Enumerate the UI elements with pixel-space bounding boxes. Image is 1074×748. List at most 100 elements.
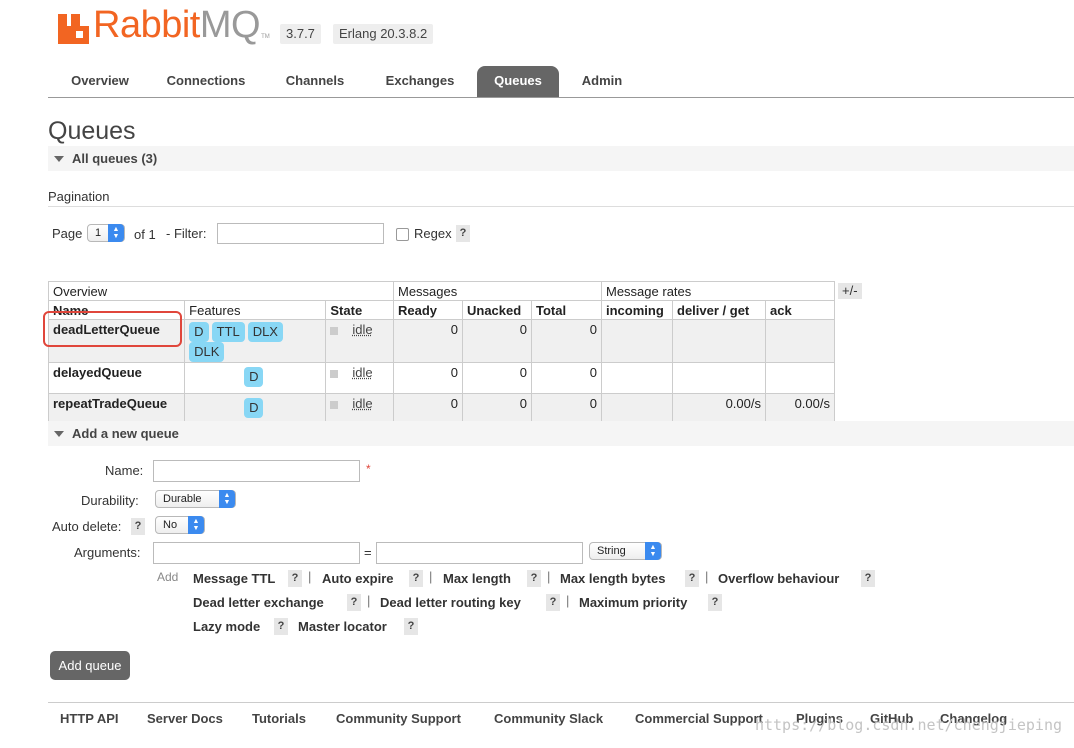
footer-link-tutorials[interactable]: Tutorials [252,711,306,726]
auto-delete-help-icon[interactable]: ? [131,518,145,535]
tab-exchanges[interactable]: Exchanges [375,66,465,97]
feature-badge: D [244,398,264,418]
arg-link-max-length-bytes[interactable]: Max length bytes [560,571,665,586]
footer-link-community-support[interactable]: Community Support [336,711,461,726]
page-select-value: 1 [95,227,102,239]
help-icon[interactable]: ? [404,618,418,635]
regex-checkbox[interactable] [396,228,409,241]
arg-link-max-length[interactable]: Max length [443,571,511,586]
col-unacked[interactable]: Unacked [462,300,532,320]
argument-value-input[interactable] [376,542,583,564]
version-badge: 3.7.7 [280,24,321,44]
tab-queues[interactable]: Queues [477,66,559,97]
deliver-get-cell: 0.00/s [672,393,766,425]
feature-badge: TTL [211,322,245,342]
collapse-triangle-icon [54,156,64,163]
separator: | [429,569,433,584]
separator: | [705,569,709,584]
help-icon[interactable]: ? [288,570,302,587]
argument-key-input[interactable] [153,542,360,564]
help-icon[interactable]: ? [685,570,699,587]
arg-link-master-locator[interactable]: Master locator [298,619,387,634]
help-icon[interactable]: ? [527,570,541,587]
unacked-cell: 0 [462,393,532,425]
help-icon[interactable]: ? [274,618,288,635]
footer-link-commercial-support[interactable]: Commercial Support [635,711,763,726]
unacked-cell: 0 [462,362,532,394]
help-icon[interactable]: ? [347,594,361,611]
help-icon[interactable]: ? [409,570,423,587]
regex-help-icon[interactable]: ? [456,225,470,242]
ack-cell [765,319,835,363]
all-queues-label: All queues (3) [72,151,158,166]
auto-delete-label: Auto delete: [52,519,122,534]
arg-link-message-ttl[interactable]: Message TTL [193,571,275,586]
add-queue-button[interactable]: Add queue [50,651,130,680]
group-header-overview: Overview [48,281,394,301]
footer-link-http-api[interactable]: HTTP API [60,711,119,726]
col-ack[interactable]: ack [765,300,835,320]
state-label: idle [352,396,373,411]
name-label: Name: [105,463,144,478]
separator: | [566,593,570,608]
arg-link-auto-expire[interactable]: Auto expire [322,571,394,586]
arg-link-maximum-priority[interactable]: Maximum priority [579,595,687,610]
annotation-highlight [43,311,182,347]
argument-type-select-value: String [597,545,626,557]
footer-link-community-slack[interactable]: Community Slack [494,711,603,726]
argument-type-select[interactable]: String ▲ ▼ [589,542,662,560]
arg-link-overflow-behaviour[interactable]: Overflow behaviour [718,571,839,586]
col-ready[interactable]: Ready [393,300,463,320]
help-icon[interactable]: ? [861,570,875,587]
help-icon[interactable]: ? [708,594,722,611]
arg-link-lazy-mode[interactable]: Lazy mode [193,619,260,634]
watermark: https://blog.csdn.net/chengjieping [754,716,1062,734]
state-label: idle [352,365,373,380]
durability-select[interactable]: Durable ▲ ▼ [155,490,236,508]
rabbit-logo-icon [58,10,92,44]
ack-cell [765,362,835,394]
total-cell: 0 [531,393,602,425]
ready-cell: 0 [393,362,463,394]
col-incoming[interactable]: incoming [601,300,673,320]
add-queue-toggle[interactable]: Add a new queue [48,421,1074,446]
pagination-heading: Pagination [48,189,110,204]
queue-name-link[interactable]: delayedQueue [47,362,186,394]
separator: | [547,569,551,584]
select-arrows-icon: ▲ ▼ [188,516,204,534]
filter-input[interactable] [217,223,384,244]
arguments-label: Arguments: [74,545,141,560]
auto-delete-select[interactable]: No ▲ ▼ [155,516,205,534]
tab-admin[interactable]: Admin [572,66,632,97]
feature-badge: D [189,322,209,342]
column-toggle-button[interactable]: +/- [838,283,862,299]
col-deliver-get[interactable]: deliver / get [672,300,766,320]
col-total[interactable]: Total [531,300,602,320]
all-queues-toggle[interactable]: All queues (3) [48,146,1074,171]
table-row: delayedQueue D idle 0 0 0 [47,362,835,394]
footer-link-server-docs[interactable]: Server Docs [147,711,223,726]
rabbitmq-logo[interactable]: RabbitMQ TM [58,4,270,44]
queue-name-input[interactable] [153,460,360,482]
queue-name-link[interactable]: repeatTradeQueue [47,393,186,425]
total-cell: 0 [531,362,602,394]
auto-delete-select-value: No [163,519,178,531]
table-row: repeatTradeQueue D idle 0 0 0 0.00/s 0.0… [47,393,835,425]
select-arrows-icon: ▲ ▼ [645,542,661,560]
state-indicator-icon [330,326,339,335]
pagination-divider [48,206,1074,207]
arg-link-dead-letter-exchange[interactable]: Dead letter exchange [193,595,324,610]
col-features: Features [184,300,327,320]
tab-connections[interactable]: Connections [156,66,256,97]
col-state[interactable]: State [325,300,394,320]
help-icon[interactable]: ? [546,594,560,611]
feature-badge: DLX [247,322,283,342]
page-select[interactable]: 1 ▲ ▼ [87,224,125,242]
group-header-messages: Messages [393,281,602,301]
page-title: Queues [48,117,136,145]
tab-channels[interactable]: Channels [274,66,356,97]
arg-link-dead-letter-routing-key[interactable]: Dead letter routing key [380,595,521,610]
incoming-cell [601,319,673,363]
main-nav: Overview Connections Channels Exchanges … [48,66,1074,98]
tab-overview[interactable]: Overview [53,66,147,97]
